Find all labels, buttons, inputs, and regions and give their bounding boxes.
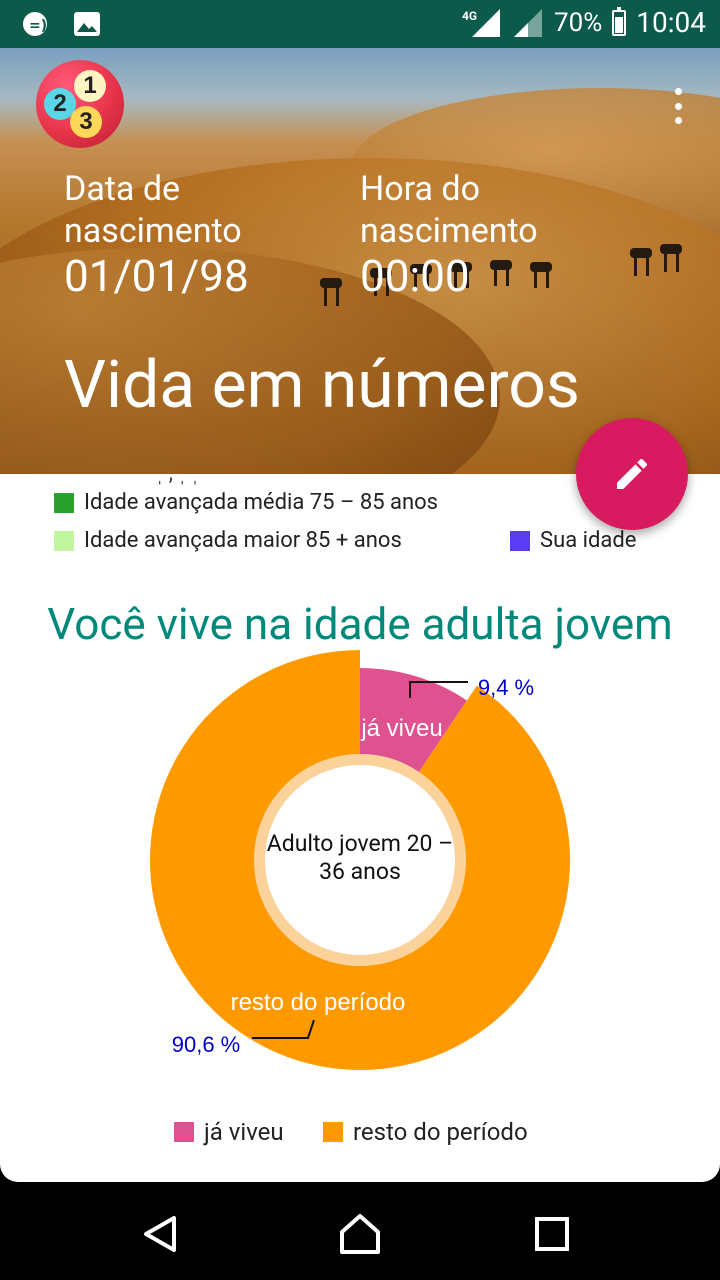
birth-date-block: Data de nascimento 01/01/98 [64, 168, 324, 300]
slice-value-label: 9,4 % [478, 675, 534, 700]
chart-legend-swatch [174, 1122, 194, 1142]
pencil-icon [617, 458, 648, 489]
chart-legend-swatch [323, 1122, 343, 1142]
page-title: Vida em números [64, 347, 580, 424]
second-signal-icon [512, 7, 544, 39]
back-triangle-icon [144, 1216, 176, 1252]
donut-chart: já viveu 9,4 % resto do período 90,6 % [149, 650, 570, 1070]
recents-square-icon [535, 1217, 569, 1251]
donut-center-label: Adulto jovem 20 – 36 anos [266, 830, 454, 885]
chart-legend-label: resto do período [353, 1118, 528, 1146]
slice-name-label: resto do período [231, 989, 406, 1016]
overflow-menu-icon[interactable] [674, 88, 682, 124]
content-card[interactable]: ˌ , ˌ ˌ Idade avançada média 75 – 85 ano… [0, 474, 720, 1182]
birth-date-label: Data de nascimento [64, 169, 242, 251]
status-bar: =) 4G 70% 10:04 [0, 0, 720, 48]
header-banner: 1 2 3 Data de nascimento 01/01/98 Hora d… [0, 48, 720, 474]
assistant-notification-icon: =) [20, 10, 50, 38]
slice-name-label: já viveu [360, 715, 442, 742]
edit-fab-button[interactable] [576, 418, 688, 530]
logo-ball-1: 1 [74, 70, 106, 102]
battery-percent: 70% [553, 7, 603, 38]
logo-ball-3: 3 [70, 106, 102, 138]
slice-value-label: 90,6 % [172, 1032, 241, 1057]
back-button[interactable] [136, 1210, 184, 1258]
navigation-bar [0, 1182, 720, 1280]
birth-time-label: Hora do nascimento [360, 169, 538, 251]
app-logo: 1 2 3 [36, 60, 124, 148]
recents-button[interactable] [528, 1210, 576, 1258]
chart-legend-rest: resto do período [323, 1118, 528, 1146]
home-button[interactable] [336, 1210, 384, 1258]
birth-time-block: Hora do nascimento 00:00 [360, 168, 620, 300]
home-icon [340, 1214, 380, 1254]
clock: 10:04 [636, 6, 706, 39]
chart-legend-label: já viveu [204, 1118, 284, 1146]
birth-date-value: 01/01/98 [64, 250, 249, 302]
chart-legend-lived: já viveu [174, 1118, 284, 1146]
image-notification-icon [72, 10, 102, 38]
svg-text:=): =) [29, 18, 47, 34]
cellular-signal-icon: 4G [462, 7, 502, 39]
birth-time-value: 00:00 [360, 250, 470, 302]
network-type: 4G [461, 8, 478, 23]
battery-icon [612, 6, 627, 36]
